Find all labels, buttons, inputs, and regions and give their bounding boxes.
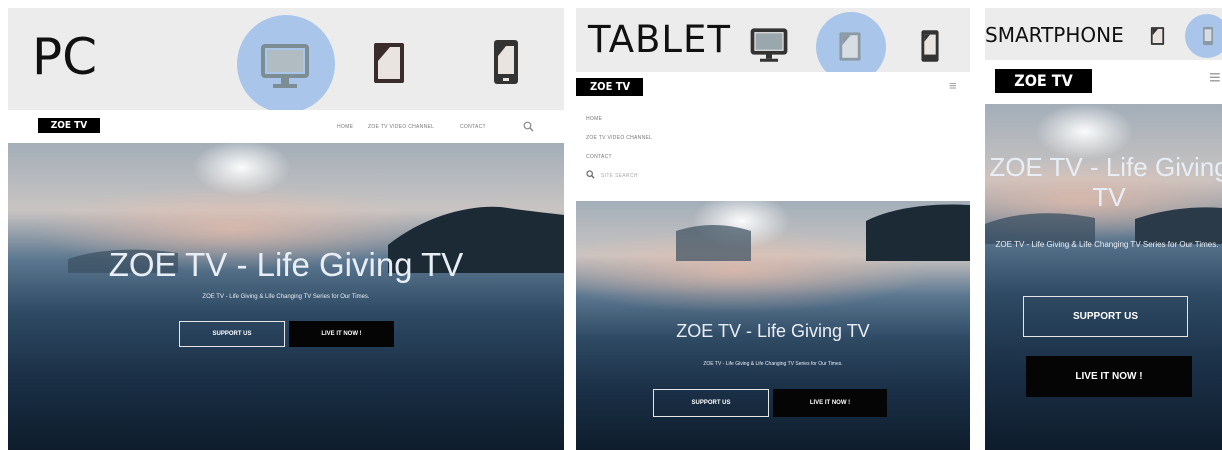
site-header: ZOE TV ≡ HOME ZOE TV VIDEO CHANNEL CONTA… — [576, 72, 970, 201]
search-icon[interactable] — [523, 121, 534, 132]
live-it-now-button[interactable]: LIVE IT NOW ! — [1026, 356, 1192, 397]
device-bar: PC — [8, 8, 564, 113]
hamburger-menu-icon[interactable]: ≡ — [949, 78, 957, 93]
device-bar: TABLET — [576, 8, 970, 82]
smartphone-icon[interactable] — [920, 28, 940, 64]
hero-subtitle: ZOE TV - Life Giving & Life Changing TV … — [202, 294, 370, 300]
tablet-icon[interactable] — [838, 31, 862, 62]
monitor-icon[interactable] — [750, 28, 788, 64]
device-label: PC — [32, 28, 98, 86]
hero-title: ZOE TV - Life Giving TV — [108, 246, 464, 283]
device-label: SMARTPHONE — [985, 23, 1124, 47]
device-bar: SMARTPHONE — [985, 8, 1222, 60]
monitor-icon[interactable] — [260, 43, 310, 91]
site-logo[interactable]: ZOE TV — [38, 118, 100, 133]
support-us-button[interactable]: SUPPORT US — [179, 321, 285, 347]
site-header: ZOE TV HOME ZOE TV VIDEO CHANNEL CONTACT — [8, 110, 564, 143]
smartphone-icon[interactable] — [1202, 26, 1214, 46]
hero-subtitle: ZOE TV - Life Giving & Life Changing TV … — [995, 240, 1219, 249]
support-us-button[interactable]: SUPPORT US — [653, 389, 769, 417]
nav-contact[interactable]: CONTACT — [460, 124, 486, 130]
hero-island-silhouette — [676, 204, 970, 261]
support-us-button[interactable]: SUPPORT US — [1023, 296, 1188, 337]
hero-section: ZOE TV - Life Giving TV ZOE TV - Life Gi… — [576, 201, 970, 450]
tablet-preview-panel: TABLET ZOE TV ≡ HOME ZOE TV VIDEO CHANNE… — [576, 8, 970, 450]
hero-section: ZOE TV - Life Giving TV ZOE TV - Life Gi… — [985, 104, 1222, 450]
smartphone-preview-panel: SMARTPHONE ZOE TV ≡ ZOE TV - Life Giving… — [985, 8, 1222, 450]
live-it-now-button[interactable]: LIVE IT NOW ! — [773, 389, 887, 417]
site-header: ZOE TV ≡ — [985, 60, 1222, 104]
hamburger-menu-icon[interactable]: ≡ — [1209, 67, 1221, 90]
tablet-icon[interactable] — [372, 41, 406, 85]
live-it-now-button[interactable]: LIVE IT NOW ! — [289, 321, 394, 347]
site-logo[interactable]: ZOE TV — [576, 78, 643, 96]
hero-subtitle: ZOE TV - Life Giving & Life Changing TV … — [703, 361, 843, 367]
search-icon[interactable] — [586, 170, 595, 179]
menu-contact[interactable]: CONTACT — [586, 154, 612, 160]
nav-video-channel[interactable]: ZOE TV VIDEO CHANNEL — [368, 124, 434, 130]
menu-home[interactable]: HOME — [586, 116, 602, 122]
site-logo[interactable]: ZOE TV — [995, 69, 1092, 93]
hero-title: ZOE TV - Life Giving TV — [989, 152, 1222, 212]
site-search-input[interactable]: SITE SEARCH — [601, 173, 638, 179]
smartphone-icon[interactable] — [492, 38, 520, 86]
device-label: TABLET — [588, 18, 732, 61]
menu-video-channel[interactable]: ZOE TV VIDEO CHANNEL — [586, 135, 652, 141]
hero-section: ZOE TV - Life Giving TV ZOE TV - Life Gi… — [8, 143, 564, 450]
pc-preview-panel: PC ZOE TV HOME ZOE TV VIDEO CHANNEL CONT… — [8, 8, 564, 450]
hero-title: ZOE TV - Life Giving TV — [676, 321, 870, 341]
nav-home[interactable]: HOME — [337, 124, 353, 130]
tablet-icon[interactable] — [1150, 26, 1165, 46]
